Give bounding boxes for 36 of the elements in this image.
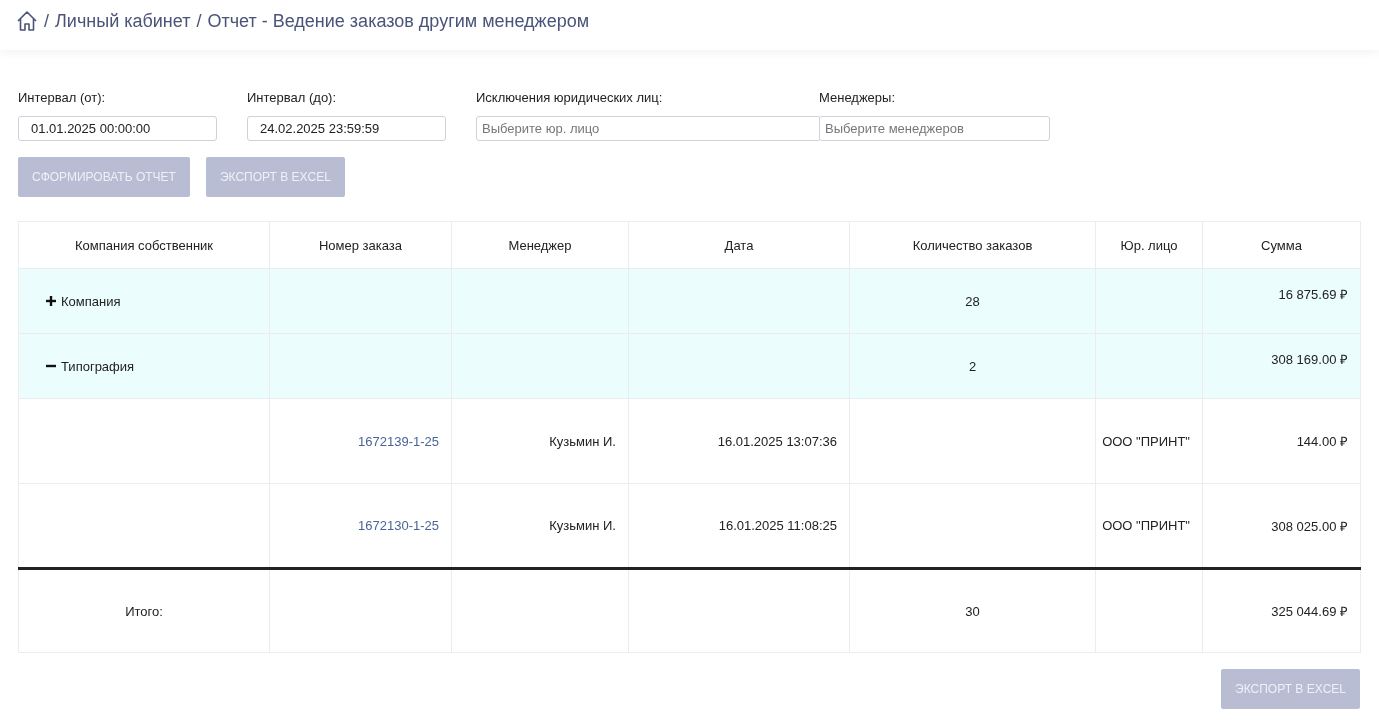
select-field[interactable]: Выберите юр. лицо	[476, 116, 821, 141]
field-label: Менеджеры:	[819, 90, 897, 105]
table-cell: Кузьмин И.	[451, 398, 629, 484]
home-icon[interactable]	[16, 10, 38, 32]
table-cell: 16 875.69 ₽	[1202, 268, 1361, 334]
table-cell: 144.00 ₽	[1202, 398, 1361, 484]
table-cell: 30	[849, 568, 1096, 653]
table-cell: Итого:	[18, 568, 270, 653]
column-header: Количество заказов	[849, 221, 1096, 269]
column-header: Сумма	[1202, 221, 1361, 269]
field-label: Исключения юридических лиц:	[476, 90, 664, 105]
breadcrumb-separator: /	[44, 10, 49, 32]
table-cell: 28	[849, 268, 1096, 334]
breadcrumb-item[interactable]: Личный кабинет	[55, 10, 191, 32]
column-header: Компания собственник	[18, 221, 270, 269]
table-cell: 325 044.69 ₽	[1202, 568, 1361, 653]
column-header: Номер заказа	[269, 221, 452, 269]
group-name: Типография	[61, 358, 135, 374]
table-cell: 2	[849, 333, 1096, 399]
field-label: Интервал (до):	[247, 90, 338, 105]
column-header: Менеджер	[451, 221, 629, 269]
order-link[interactable]: 1672130-1-25	[358, 518, 439, 533]
field-label: Интервал (от):	[18, 90, 107, 105]
date-field[interactable]: 24.02.2025 23:59:59	[247, 116, 446, 141]
date-field[interactable]: 01.01.2025 00:00:00	[18, 116, 217, 141]
breadcrumb-separator: /	[196, 10, 202, 32]
table-cell: 16.01.2025 13:07:36	[628, 398, 850, 484]
table-cell: ООО "ПРИНТ"	[1095, 398, 1203, 484]
group-name: Компания	[61, 293, 121, 309]
select-field[interactable]: Выберите менеджеров	[819, 116, 1050, 141]
plus-icon[interactable]	[46, 296, 56, 306]
breadcrumb-item: Отчет - Ведение заказов другим менеджером	[207, 10, 590, 32]
table-cell: 308 169.00 ₽	[1202, 333, 1361, 399]
column-header: Юр. лицо	[1095, 221, 1203, 269]
column-header: Дата	[628, 221, 850, 269]
order-link[interactable]: 1672139-1-25	[358, 433, 439, 449]
